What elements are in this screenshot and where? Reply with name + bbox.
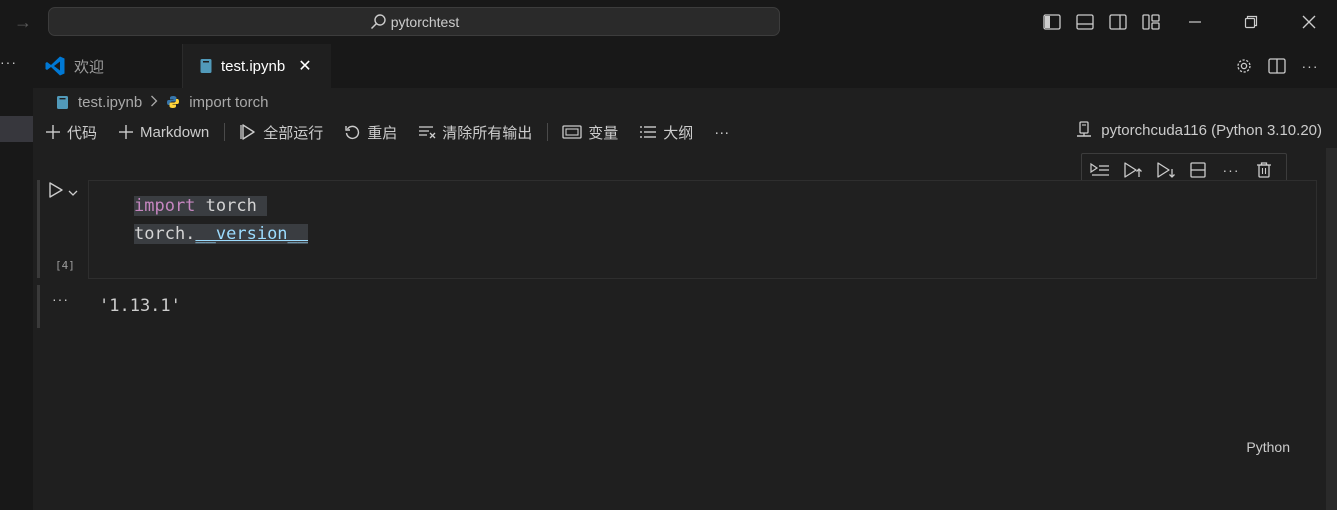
sidebar-selected-item[interactable] xyxy=(0,116,33,142)
outline-label: 大纲 xyxy=(663,124,694,142)
output-actions-icon[interactable]: ··· xyxy=(52,291,69,307)
code-line-2: torch.__version__ xyxy=(134,220,309,248)
close-tab-icon[interactable]: ✕ xyxy=(298,56,311,76)
run-all-button[interactable]: 全部运行 xyxy=(239,122,323,143)
run-cell-icon[interactable] xyxy=(48,181,64,202)
outline-button[interactable]: 大纲 xyxy=(639,122,693,143)
tab-test-ipynb[interactable]: test.ipynb ✕ xyxy=(183,44,331,88)
toggle-secondary-sidebar-icon[interactable] xyxy=(1107,11,1129,33)
breadcrumb: test.ipynb import torch xyxy=(56,92,268,112)
run-by-line-icon[interactable] xyxy=(1090,159,1111,181)
add-markdown-label: Markdown xyxy=(140,123,210,141)
chevron-down-icon[interactable] xyxy=(68,184,78,200)
search-text: pytorchtest xyxy=(390,13,460,30)
close-window-icon[interactable] xyxy=(1298,11,1320,33)
clear-outputs-button[interactable]: 清除所有输出 xyxy=(418,122,532,143)
vscode-logo-icon xyxy=(44,55,66,77)
variables-button[interactable]: 变量 xyxy=(562,122,618,143)
sidebar-strip: ··· xyxy=(0,44,33,510)
notebook-file-icon xyxy=(56,95,69,110)
kernel-picker[interactable]: pytorchcuda116 (Python 3.10.20) xyxy=(1075,121,1322,139)
trash-icon[interactable] xyxy=(1253,159,1274,181)
tab-label: 欢迎 xyxy=(74,58,105,76)
add-markdown-cell-button[interactable]: Markdown xyxy=(118,124,209,141)
search-icon xyxy=(370,13,386,29)
split-cell-icon[interactable] xyxy=(1188,159,1209,181)
toggle-panel-icon[interactable] xyxy=(1074,11,1096,33)
kernel-icon xyxy=(1075,121,1093,139)
restart-icon xyxy=(344,124,361,141)
toggle-primary-sidebar-icon[interactable] xyxy=(1041,11,1063,33)
tab-label: test.ipynb xyxy=(221,57,286,75)
restore-icon[interactable] xyxy=(1240,11,1262,33)
chevron-right-icon xyxy=(150,94,158,111)
editor-scrollbar[interactable] xyxy=(1326,148,1337,510)
plus-icon xyxy=(118,124,134,140)
plus-icon xyxy=(45,124,61,140)
code-content[interactable]: import torch torch.__version__ xyxy=(134,192,309,248)
customize-layout-icon[interactable] xyxy=(1140,11,1162,33)
cell-focus-indicator xyxy=(37,180,40,278)
code-text: torch xyxy=(195,196,268,216)
execution-count: [4] xyxy=(55,259,75,272)
more-actions-icon[interactable]: ··· xyxy=(1299,55,1321,77)
code-text: torch. xyxy=(134,224,196,244)
minimize-icon[interactable] xyxy=(1184,11,1206,33)
list-icon xyxy=(639,124,657,140)
toolbar-divider xyxy=(547,123,549,141)
split-editor-icon[interactable] xyxy=(1266,55,1288,77)
editor-tab-bar: 欢迎 test.ipynb ✕ ··· xyxy=(33,44,1337,88)
output-focus-indicator xyxy=(37,285,40,328)
tab-welcome[interactable]: 欢迎 xyxy=(33,44,183,88)
run-all-label: 全部运行 xyxy=(263,124,324,142)
run-all-icon xyxy=(239,123,257,141)
add-code-label: 代码 xyxy=(67,124,98,142)
run-cell-controls xyxy=(48,181,78,202)
cell-output: '1.13.1' xyxy=(99,296,181,316)
more-actions-icon[interactable]: ··· xyxy=(0,54,16,70)
more-label: ··· xyxy=(714,123,730,141)
more-cell-actions-icon[interactable]: ··· xyxy=(1221,159,1242,181)
variables-icon xyxy=(562,124,582,140)
gear-icon[interactable] xyxy=(1233,55,1255,77)
title-bar: → pytorchtest xyxy=(0,0,1337,44)
run-above-icon[interactable] xyxy=(1123,159,1144,181)
python-icon xyxy=(166,95,180,109)
more-toolbar-actions[interactable]: ··· xyxy=(714,124,729,141)
clear-all-icon xyxy=(418,124,436,140)
cell-language[interactable]: Python xyxy=(1246,439,1290,455)
restart-label: 重启 xyxy=(367,124,398,142)
toolbar-divider xyxy=(224,123,226,141)
breadcrumb-symbol[interactable]: import torch xyxy=(189,94,268,111)
run-below-icon[interactable] xyxy=(1155,159,1176,181)
code-attribute: __version__ xyxy=(195,224,309,244)
code-line-1: import torch xyxy=(134,192,308,220)
notebook-toolbar: 代码 Markdown 全部运行 重启 清除所有输出 变量 大纲 ··· xyxy=(45,120,750,144)
notebook-file-icon xyxy=(199,58,213,74)
add-code-cell-button[interactable]: 代码 xyxy=(45,122,97,143)
clear-outputs-label: 清除所有输出 xyxy=(442,124,533,142)
restart-button[interactable]: 重启 xyxy=(344,122,397,143)
breadcrumb-file[interactable]: test.ipynb xyxy=(78,94,142,111)
kernel-label: pytorchcuda116 (Python 3.10.20) xyxy=(1101,121,1322,139)
forward-arrow-icon[interactable]: → xyxy=(12,11,34,33)
variables-label: 变量 xyxy=(588,124,619,142)
command-center-search[interactable]: pytorchtest xyxy=(48,7,780,36)
code-keyword: import xyxy=(134,196,196,216)
